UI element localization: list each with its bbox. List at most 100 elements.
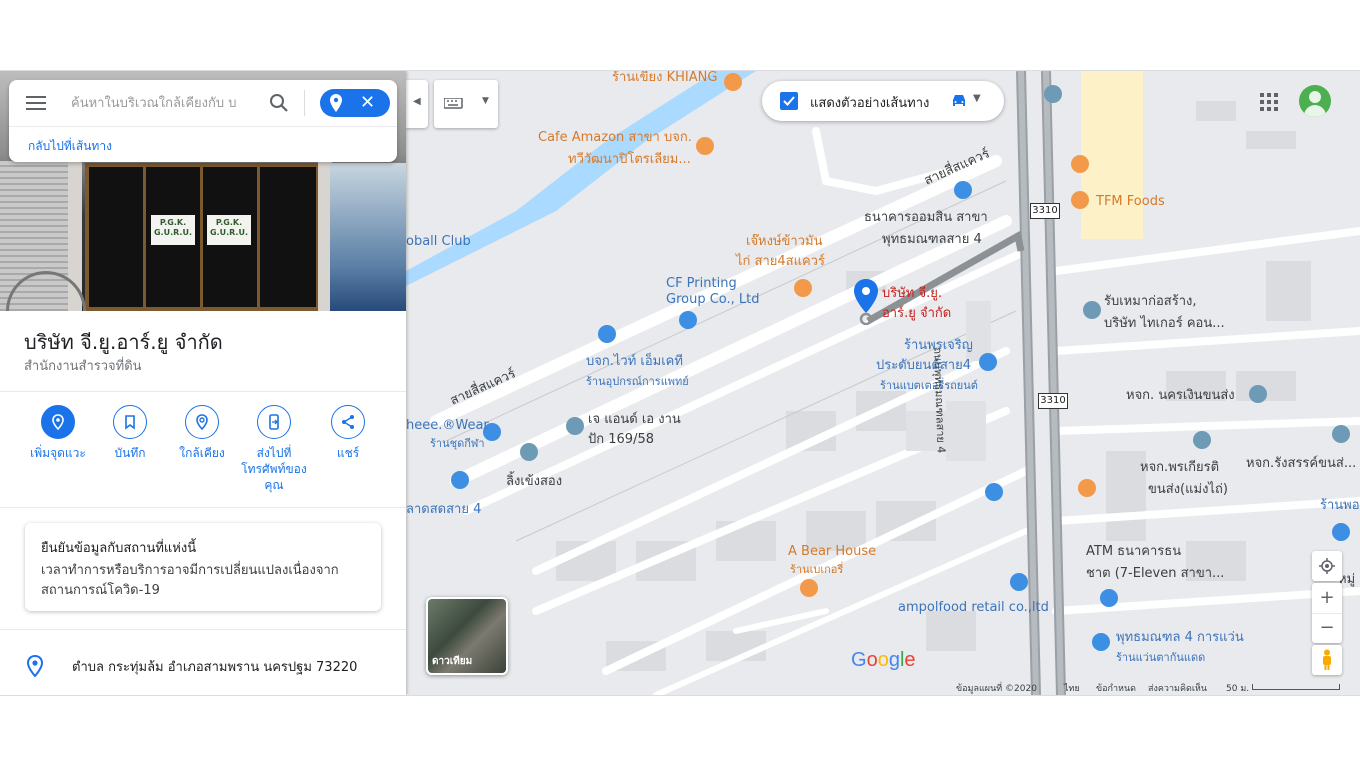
map-canvas[interactable]: ◀ ▼ แสดงตัวอย่างเส้นทาง ▼ ร้านเขียง KHIA… bbox=[406, 71, 1360, 695]
map-label[interactable]: รับเหมาก่อสร้าง, bbox=[1104, 293, 1197, 310]
shopping-icon[interactable] bbox=[1010, 573, 1028, 591]
close-icon[interactable]: ✕ bbox=[360, 93, 375, 113]
map-label[interactable]: เจ แอนด์ เอ งาน bbox=[588, 411, 681, 428]
scale-bar[interactable] bbox=[1252, 684, 1340, 690]
map-label[interactable]: ไก่ สาย4สแควร์ bbox=[736, 253, 825, 270]
map-label[interactable]: heee.®Wear bbox=[406, 417, 489, 434]
place-pin-icon[interactable] bbox=[566, 417, 584, 435]
shopping-icon[interactable] bbox=[1092, 633, 1110, 651]
nearby-button[interactable]: ใกล้เคียง bbox=[166, 405, 238, 461]
address-row[interactable]: ตำบล กระทุ่มล้ม อำเภอสามพราน นครปฐม 7322… bbox=[0, 651, 406, 695]
cafe-icon[interactable] bbox=[696, 137, 714, 155]
place-pin-icon[interactable] bbox=[1193, 431, 1211, 449]
shopping-icon[interactable] bbox=[679, 311, 697, 329]
restaurant-icon[interactable] bbox=[1078, 479, 1096, 497]
place-pin-icon[interactable] bbox=[1083, 301, 1101, 319]
shopping-icon[interactable] bbox=[1332, 523, 1350, 541]
share-button[interactable]: แชร์ bbox=[312, 405, 384, 461]
restaurant-icon[interactable] bbox=[1071, 191, 1089, 209]
my-location-button[interactable] bbox=[1312, 551, 1342, 581]
map-label[interactable]: ชาต (7-Eleven สาขา... bbox=[1086, 565, 1224, 582]
shopping-icon[interactable] bbox=[985, 483, 1003, 501]
restaurant-icon[interactable] bbox=[1071, 155, 1089, 173]
map-label[interactable]: ATM ธนาคารธน bbox=[1086, 543, 1181, 560]
zoom-out-button[interactable]: − bbox=[1312, 614, 1342, 643]
chevron-down-icon[interactable]: ▼ bbox=[973, 93, 981, 104]
map-label[interactable]: ร้านเบเกอรี่ bbox=[790, 561, 843, 578]
pegman-button[interactable] bbox=[1312, 645, 1342, 675]
scale-label[interactable]: 50 ม. bbox=[1226, 681, 1249, 695]
shopping-icon[interactable] bbox=[979, 353, 997, 371]
share-label: แชร์ bbox=[336, 446, 360, 460]
feedback-link[interactable]: ส่งความคิดเห็น bbox=[1148, 681, 1207, 695]
map-label[interactable]: ร้านพอ bbox=[1320, 497, 1360, 514]
place-pin-icon[interactable] bbox=[520, 443, 538, 461]
car-icon[interactable] bbox=[950, 93, 968, 112]
route-preview-toggle[interactable]: แสดงตัวอย่างเส้นทาง ▼ bbox=[762, 81, 1004, 121]
avatar[interactable] bbox=[1299, 85, 1331, 117]
map-label[interactable]: เจ๊หงษ์ข้าวมัน bbox=[746, 233, 823, 250]
selected-place-label[interactable]: บริษัท จี.ยู. bbox=[882, 285, 942, 302]
map-label[interactable]: ampolfood retail co.,ltd bbox=[898, 599, 1049, 616]
map-label[interactable]: ร้านแว่นตากันแดด bbox=[1116, 649, 1205, 666]
map-label[interactable]: oball Club bbox=[406, 233, 471, 250]
divider bbox=[0, 629, 406, 630]
map-label[interactable]: หจก.พรเกียรติ bbox=[1140, 459, 1219, 476]
restaurant-icon[interactable] bbox=[724, 73, 742, 91]
map-label[interactable]: บริษัท ไทเกอร์ คอน... bbox=[1104, 315, 1225, 332]
place-category[interactable]: สำนักงานสำรวจที่ดิน bbox=[24, 355, 142, 376]
chevron-left-icon: ◀ bbox=[413, 96, 421, 107]
collapse-panel-button[interactable]: ◀ bbox=[406, 80, 428, 128]
language-link[interactable]: ไทย bbox=[1064, 681, 1080, 695]
atm-icon[interactable] bbox=[1100, 589, 1118, 607]
map-label[interactable]: พุทธมณฑล 4 การแว่น bbox=[1116, 629, 1244, 646]
place-pin-icon[interactable] bbox=[1332, 425, 1350, 443]
map-label[interactable]: ธนาคารออมสิน สาขา bbox=[864, 209, 988, 226]
hamburger-menu-icon[interactable] bbox=[26, 96, 46, 110]
add-stop-button[interactable]: เพิ่มจุดแวะ bbox=[22, 405, 94, 461]
verify-info-card[interactable]: ยืนยันข้อมูลกับสถานที่แห่งนี้ เวลาทำการห… bbox=[25, 523, 381, 611]
bank-icon[interactable] bbox=[954, 181, 972, 199]
pin-icon[interactable] bbox=[330, 94, 342, 116]
map-label[interactable]: หจก. นครเงินขนส่ง bbox=[1126, 387, 1235, 404]
bakery-icon[interactable] bbox=[800, 579, 818, 597]
search-icon[interactable] bbox=[269, 93, 289, 113]
map-label[interactable]: ปัก 169/58 bbox=[588, 431, 654, 448]
map-label[interactable]: Group Co., Ltd bbox=[666, 291, 760, 308]
shopping-icon[interactable] bbox=[451, 471, 469, 489]
map-label[interactable]: ขนส่ง(แม่งไถ่) bbox=[1148, 481, 1228, 498]
map-label[interactable]: TFM Foods bbox=[1096, 193, 1165, 210]
map-label[interactable]: ร้านแบตเตอรี่รถยนต์ bbox=[880, 377, 978, 394]
back-to-directions-link[interactable]: กลับไปที่เส้นทาง bbox=[28, 137, 112, 156]
place-pin-icon[interactable] bbox=[1044, 85, 1062, 103]
map-label[interactable]: Cafe Amazon สาขา บจก. bbox=[538, 129, 692, 146]
map-label[interactable]: พุทธมณฑลสาย 4 bbox=[882, 231, 982, 248]
terms-link[interactable]: ข้อกำหนด bbox=[1096, 681, 1136, 695]
map-label[interactable]: ลิ้งเข้งสอง bbox=[506, 473, 562, 490]
route-preview-checkbox[interactable] bbox=[780, 92, 798, 110]
save-button[interactable]: บันทึก bbox=[94, 405, 166, 461]
place-pin-icon[interactable] bbox=[1249, 385, 1267, 403]
map-label[interactable]: ประดับยนต์สาย4 bbox=[876, 357, 971, 374]
map-label[interactable]: CF Printing bbox=[666, 275, 737, 292]
map-label[interactable]: ลาดสดสาย 4 bbox=[406, 501, 481, 518]
satellite-layer-button[interactable]: ดาวเทียม bbox=[426, 597, 508, 675]
send-to-phone-button[interactable]: ส่งไปที่โทรศัพท์ของคุณ bbox=[238, 405, 310, 493]
zoom-in-button[interactable]: + bbox=[1312, 583, 1342, 614]
map-label[interactable]: ร้านเขียง KHIANG bbox=[612, 71, 717, 86]
map-label[interactable]: ทวีวัฒนาปิโตรเลียม... bbox=[568, 151, 691, 168]
google-apps-icon[interactable] bbox=[1260, 93, 1278, 111]
directions-pill[interactable]: ✕ bbox=[320, 89, 390, 117]
shopping-icon[interactable] bbox=[598, 325, 616, 343]
map-label[interactable]: บจก.ไวท์ เอ็มเคที bbox=[586, 353, 683, 370]
map-label[interactable]: ร้านอุปกรณ์การแพทย์ bbox=[586, 373, 689, 390]
search-input[interactable]: ค้นหาในบริเวณใกล้เคียงกับ บ bbox=[71, 92, 259, 114]
map-label[interactable]: ร้านชุดกีฬา bbox=[430, 435, 485, 452]
input-tools-button[interactable]: ▼ bbox=[434, 80, 498, 128]
map-label[interactable]: หจก.รังสรรค์ขนส่... bbox=[1246, 455, 1356, 472]
divider bbox=[0, 391, 406, 392]
selected-place-label[interactable]: อาร์.ยู จำกัด bbox=[882, 305, 951, 322]
restaurant-icon[interactable] bbox=[794, 279, 812, 297]
map-label[interactable]: A Bear House bbox=[788, 543, 876, 560]
selected-place-marker-icon[interactable] bbox=[853, 279, 879, 325]
